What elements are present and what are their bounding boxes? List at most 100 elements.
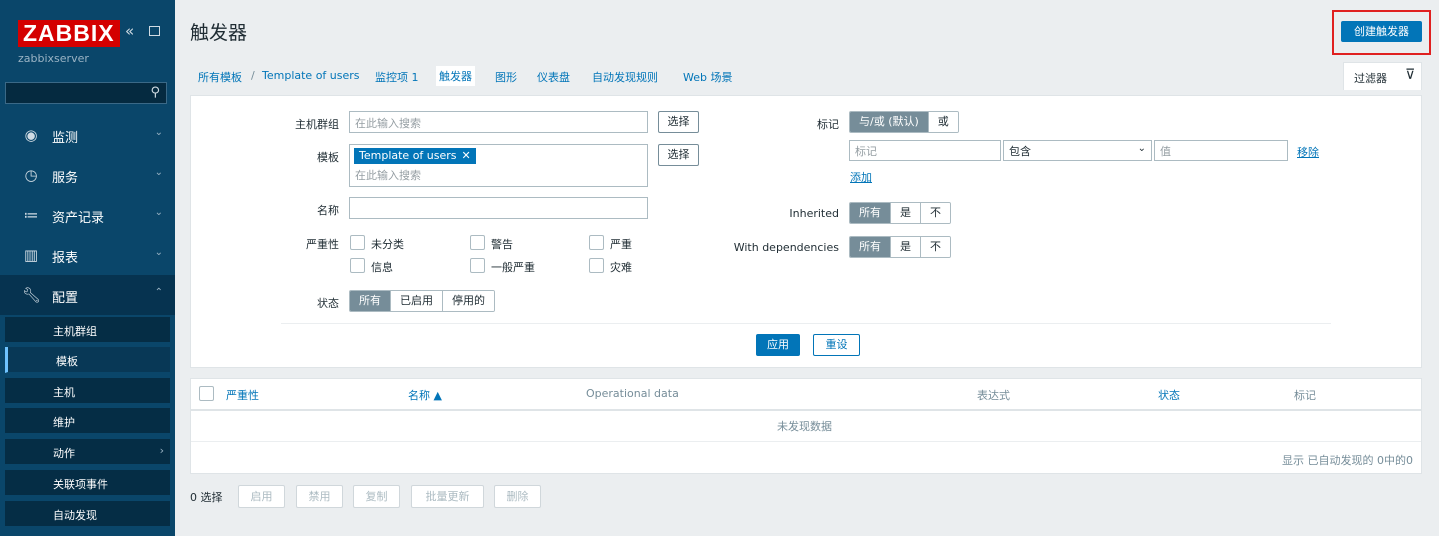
add-tag-link[interactable]: 添加 [850,169,872,185]
state-label: 状态 [317,297,339,310]
submenu-label: 主机 [53,386,75,399]
list-icon: ≔ [23,206,39,224]
tags-mode-control: 与/或 (默认) 或 [849,111,959,133]
breadcrumb-separator: / [251,69,255,82]
copy-button[interactable]: 复制 [353,485,400,508]
menu-monitoring[interactable]: ◉ 监测 ⌄ [0,115,175,155]
column-status[interactable]: 状态 [1158,387,1180,403]
state-enabled[interactable]: 已启用 [391,291,443,311]
submenu-label: 模板 [56,355,78,368]
menu-label: 报表 [52,251,79,266]
tab-discovery-rules[interactable]: 自动发现规则 [592,69,658,85]
tag-operator-select[interactable]: 包含 ⌄ [1003,140,1152,161]
name-input[interactable] [349,197,648,219]
column-name[interactable]: 名称 ▲ [408,387,442,403]
menu-label: 监测 [52,131,79,146]
severity-option-label: 一般严重 [491,261,535,274]
severity-checkbox-not-classified[interactable] [350,235,365,250]
submenu-discovery[interactable]: 自动发现 [5,501,170,527]
severity-checkbox-average[interactable] [470,258,485,273]
chevron-down-icon: ⌄ [1137,143,1146,154]
severity-option-label: 信息 [371,261,393,274]
dependencies-yes[interactable]: 是 [891,237,921,257]
menu-reports[interactable]: ▥ 报表 ⌄ [0,235,175,275]
submenu-label: 自动发现 [53,509,97,522]
remove-chip-icon[interactable]: ✕ [462,149,471,162]
template-select-button[interactable]: 选择 [658,144,699,166]
submenu-label: 动作 [53,447,75,460]
submenu-templates[interactable]: 模板 [5,347,170,373]
tab-graphs[interactable]: 图形 [495,69,517,85]
delete-button[interactable]: 删除 [494,485,541,508]
state-disabled[interactable]: 停用的 [443,291,494,311]
tag-value-input[interactable]: 值 [1154,140,1288,161]
inherited-label: Inherited [789,207,839,220]
menu-inventory[interactable]: ≔ 资产记录 ⌄ [0,195,175,235]
host-group-select-button[interactable]: 选择 [658,111,699,133]
inherited-no[interactable]: 不 [921,203,950,223]
breadcrumb-all-templates[interactable]: 所有模板 [198,69,242,85]
no-data-message: 未发现数据 [777,420,832,433]
severity-option-label: 灾难 [610,261,632,274]
breadcrumb-template[interactable]: Template of users [262,69,360,82]
host-group-label: 主机群组 [295,118,339,131]
name-label: 名称 [317,204,339,217]
severity-option-label: 警告 [491,238,513,251]
tab-triggers[interactable]: 触发器 [436,66,475,86]
mass-update-button[interactable]: 批量更新 [411,485,484,508]
tag-name-input[interactable]: 标记 [849,140,1001,161]
search-icon[interactable]: ⚲ [150,85,160,100]
dependencies-all[interactable]: 所有 [850,237,891,257]
dependencies-label: With dependencies [733,241,839,254]
chevron-down-icon: ⌄ [154,207,163,218]
apply-button[interactable]: 应用 [756,334,800,356]
severity-checkbox-high[interactable] [589,235,604,250]
sidebar: ZABBIX « zabbixserver ⚲ ◉ 监测 ⌄ ◷ 服务 ⌄ ≔ … [0,0,175,536]
submenu-hosts[interactable]: 主机 [5,378,170,404]
tags-label: 标记 [817,118,839,131]
template-chip[interactable]: Template of users ✕ [354,148,476,164]
tab-items[interactable]: 监控项 1 [375,69,419,85]
breadcrumb: 所有模板 / Template of users 监控项 1 触发器 图形 仪表… [190,62,1422,90]
tag-operator-value: 包含 [1009,145,1031,158]
enable-button[interactable]: 启用 [238,485,285,508]
eye-icon: ◉ [24,126,38,144]
template-input[interactable]: Template of users ✕ 在此输入搜索 [349,144,648,187]
severity-checkbox-disaster[interactable] [589,258,604,273]
menu-configuration[interactable]: 🔧︎ 配置 ⌃ [0,275,175,315]
submenu-actions[interactable]: 动作 › [5,439,170,465]
kiosk-mode-icon[interactable] [149,26,160,36]
chevron-down-icon: ⌄ [154,167,163,178]
zabbix-logo[interactable]: ZABBIX [18,20,120,47]
submenu-host-groups[interactable]: 主机群组 [5,317,170,343]
reset-button[interactable]: 重设 [813,334,860,356]
tab-dashboards[interactable]: 仪表盘 [537,69,570,85]
collapse-sidebar-icon[interactable]: « [125,22,134,40]
page-title: 触发器 [190,22,248,44]
sidebar-search-input[interactable]: ⚲ [5,82,167,104]
severity-checkbox-information[interactable] [350,258,365,273]
tags-mode-or[interactable]: 或 [928,112,958,132]
tag-value-placeholder: 值 [1160,145,1171,158]
remove-tag-link[interactable]: 移除 [1297,144,1319,160]
submenu-event-correlation[interactable]: 关联项事件 [5,470,170,496]
filter-tab[interactable]: 过滤器 ⊽ [1343,62,1422,90]
create-trigger-button[interactable]: 创建触发器 [1341,21,1422,42]
select-all-checkbox[interactable] [199,386,214,401]
severity-checkbox-warning[interactable] [470,235,485,250]
disable-button[interactable]: 禁用 [296,485,343,508]
inherited-all[interactable]: 所有 [850,203,891,223]
severity-option-label: 未分类 [371,238,404,251]
tab-web-scenarios[interactable]: Web 场景 [683,69,732,85]
submenu-label: 关联项事件 [53,478,108,491]
chevron-right-icon: › [159,444,164,457]
inherited-yes[interactable]: 是 [891,203,921,223]
submenu-maintenance[interactable]: 维护 [5,408,170,434]
menu-services[interactable]: ◷ 服务 ⌄ [0,155,175,195]
column-severity[interactable]: 严重性 [226,387,259,403]
tags-mode-and-or[interactable]: 与/或 (默认) [850,112,929,132]
state-all[interactable]: 所有 [350,291,391,311]
host-group-input[interactable]: 在此输入搜索 [349,111,648,133]
dependencies-no[interactable]: 不 [921,237,950,257]
menu-label: 资产记录 [52,211,105,226]
